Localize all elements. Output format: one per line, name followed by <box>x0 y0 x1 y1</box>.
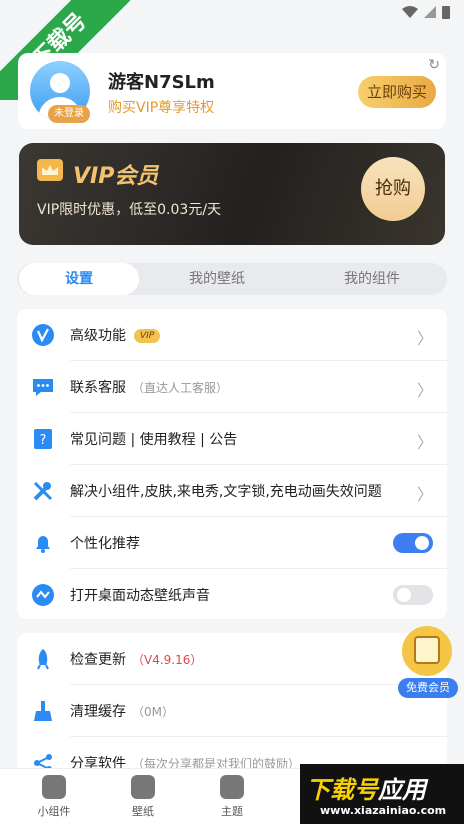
vip-banner[interactable]: VIP会员 VIP限时优惠，低至0.03元/天 抢购 <box>19 143 445 245</box>
vip-description: VIP限时优惠，低至0.03元/天 <box>37 202 222 218</box>
settings-card-2: 检查更新 （V4.9.16） 清理缓存 （0M） 分享软件 （每次分享都是对我们的鼓励… <box>17 633 447 773</box>
tab-my-widgets[interactable]: 我的组件 <box>312 263 432 295</box>
chevron-right-icon: 〉 <box>416 433 433 452</box>
tab-settings[interactable]: 设置 <box>19 263 139 295</box>
settings-label: 检查更新 <box>70 652 126 668</box>
brand-title-b: 应用 <box>378 776 426 804</box>
settings-label: 常见问题 | 使用教程 | 公告 <box>70 432 238 448</box>
free-vip-floating[interactable]: 免费会员 <box>398 626 458 702</box>
chevron-right-icon: 〉 <box>416 381 433 400</box>
settings-row-support[interactable]: 联系客服 （直达人工客服） 〉 <box>17 361 447 413</box>
sound-icon <box>32 584 54 606</box>
broom-icon <box>34 701 52 721</box>
buy-now-button[interactable]: 立即购买 <box>358 76 436 108</box>
settings-row-update[interactable]: 检查更新 （V4.9.16） <box>17 633 447 685</box>
tools-icon <box>33 481 53 501</box>
brand-title-a: 下载号 <box>306 776 378 804</box>
settings-label: 个性化推荐 <box>70 536 140 552</box>
nav-wallpapers[interactable]: 壁纸 <box>113 775 173 819</box>
toggle-knob <box>415 536 429 550</box>
nav-themes[interactable]: 主题 <box>202 775 262 819</box>
settings-note: （直达人工客服） <box>132 381 229 395</box>
wifi-icon <box>402 6 418 18</box>
status-bar <box>0 0 464 26</box>
nav-widgets[interactable]: 小组件 <box>24 775 84 819</box>
chat-icon <box>33 379 53 396</box>
brand-watermark: 下载号应用 www.xiazainiao.com <box>300 764 464 824</box>
signal-icon <box>424 6 436 18</box>
chevron-right-icon: 〉 <box>416 329 433 348</box>
settings-row-personalized: 个性化推荐 <box>17 517 447 569</box>
wallpaper-icon <box>131 775 155 799</box>
nav-label: 小组件 <box>37 805 71 818</box>
wallpaper-sound-toggle[interactable] <box>393 585 433 605</box>
svg-text:?: ? <box>40 433 47 448</box>
personalized-toggle[interactable] <box>393 533 433 553</box>
chevron-right-icon: 〉 <box>416 485 433 504</box>
toggle-knob <box>397 588 411 602</box>
settings-row-advanced[interactable]: 高级功能 VIP 〉 <box>17 309 447 361</box>
settings-label: 清理缓存 <box>70 704 126 720</box>
tab-my-wallpapers[interactable]: 我的壁纸 <box>157 263 277 295</box>
version-label: （V4.9.16） <box>132 653 203 667</box>
bell-icon <box>36 536 50 553</box>
avatar-head <box>50 73 70 93</box>
settings-label: 解决小组件,皮肤,来电秀,文字锁,充电动画失效问题 <box>70 484 382 500</box>
nav-label: 主题 <box>221 805 243 818</box>
brand-url: www.xiazainiao.com <box>320 804 447 817</box>
rocket-icon <box>37 649 49 670</box>
settings-label: 高级功能 <box>70 328 126 344</box>
grab-button[interactable]: 抢购 <box>361 157 425 221</box>
nav-label: 壁纸 <box>132 805 154 818</box>
settings-row-faq[interactable]: ? 常见问题 | 使用教程 | 公告 〉 <box>17 413 447 465</box>
help-doc-icon: ? <box>34 429 52 449</box>
refresh-icon[interactable]: ↻ <box>428 57 440 73</box>
tab-bar: 设置 我的壁纸 我的组件 <box>17 263 447 295</box>
vip-title: VIP会员 <box>73 164 159 189</box>
settings-label: 打开桌面动态壁纸声音 <box>70 588 210 604</box>
battery-icon <box>442 6 450 19</box>
login-status-badge[interactable]: 未登录 <box>48 105 90 123</box>
vip-badge: VIP <box>134 329 161 343</box>
settings-note: （0M） <box>132 705 174 719</box>
crown-icon <box>37 159 63 181</box>
user-subtitle: 购买VIP尊享特权 <box>108 100 215 116</box>
settings-row-fix[interactable]: 解决小组件,皮肤,来电秀,文字锁,充电动画失效问题 〉 <box>17 465 447 517</box>
user-name: 游客N7SLm <box>108 72 215 93</box>
settings-row-cache[interactable]: 清理缓存 （0M） <box>17 685 447 737</box>
settings-card: 高级功能 VIP 〉 联系客服 （直达人工客服） 〉 ? 常见问题 | 使用教程 |… <box>17 309 447 619</box>
settings-row-wallpaper-sound: 打开桌面动态壁纸声音 <box>17 569 447 621</box>
profile-card[interactable]: 未登录 游客N7SLm 购买VIP尊享特权 立即购买 ↻ <box>18 53 446 129</box>
settings-label: 联系客服 <box>70 380 126 396</box>
puzzle-icon <box>42 775 66 799</box>
vip-circle-icon <box>32 324 54 346</box>
free-vip-label[interactable]: 免费会员 <box>398 678 458 698</box>
shirt-icon <box>220 775 244 799</box>
calendar-icon <box>414 636 440 664</box>
